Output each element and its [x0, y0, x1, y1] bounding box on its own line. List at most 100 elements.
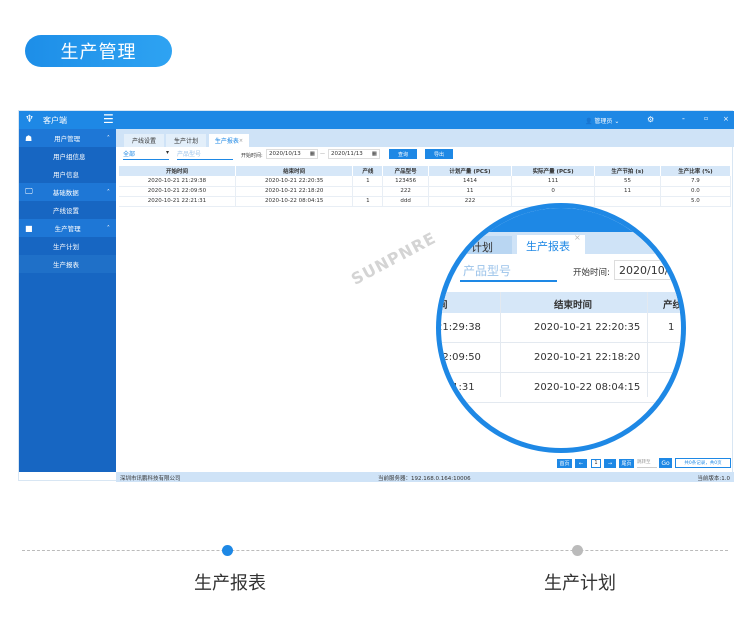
sidebar-item-user-management[interactable]: ☗ 用户管理 ˄: [19, 129, 116, 147]
app-header: ♆ 客户端 ☰ 👤 管理员 ⌄ ⚙ - ▫ ×: [19, 111, 734, 129]
table-row[interactable]: 2020-10-21 21:29:38 2020-10-21 22:20:35 1 1…: [119, 176, 732, 187]
menu-toggle-icon[interactable]: ☰: [103, 112, 114, 126]
go-button[interactable]: Go: [659, 458, 672, 468]
tab-close-icon[interactable]: ×: [239, 138, 243, 144]
col-planned-output[interactable]: 计划产量 (PCS): [428, 166, 513, 176]
tab-bar: 产线设置 生产计划 生产报表 ×: [116, 129, 734, 147]
app-title: 客户端: [43, 116, 67, 125]
timeline-label-plan[interactable]: 生产计划: [520, 569, 640, 595]
report-table: 开始时间 结束时间 产线 产品型号 计划产量 (PCS) 实际产量 (PCS) …: [119, 166, 732, 207]
page-number[interactable]: 1: [591, 459, 601, 468]
timeline-dot-active[interactable]: [222, 545, 233, 556]
col-end-time[interactable]: 结束时间: [235, 166, 354, 176]
timeline-label-report[interactable]: 生产报表: [170, 569, 290, 595]
logo-icon: ♆: [25, 114, 34, 125]
tab-production-plan[interactable]: 生产计划: [166, 134, 206, 147]
sidebar-item-production-management[interactable]: ■ 生产管理 ˄: [19, 219, 116, 237]
col-product-model[interactable]: 产品型号: [382, 166, 429, 176]
magnifier-callout: 产计划 生产报表 × 产品型号 开始时间: 2020/10/13 间 结束时间 产…: [436, 203, 686, 453]
sidebar-item-basic-data[interactable]: 🖵 基础数据 ˄: [19, 183, 116, 201]
mag-cell: 1: [668, 382, 675, 393]
table-cell: 123456: [382, 176, 429, 187]
table-cell: 0.0: [660, 186, 732, 197]
col-line[interactable]: 产线: [352, 166, 384, 176]
export-button[interactable]: 导出: [425, 149, 453, 159]
tab-line-settings[interactable]: 产线设置: [124, 134, 164, 147]
table-cell: 222: [382, 186, 429, 197]
prev-page-button[interactable]: ←: [575, 459, 587, 468]
table-cell: 1: [352, 176, 384, 187]
mag-header: 结束时间: [554, 300, 593, 311]
select-value: 全部: [123, 151, 136, 158]
user-name: 管理员: [594, 118, 613, 125]
next-page-button[interactable]: →: [604, 459, 616, 468]
col-start-time[interactable]: 开始时间: [119, 166, 236, 176]
table-cell: 55: [594, 176, 661, 187]
end-date-value: 2020/11/13: [331, 151, 363, 157]
table-cell: 111: [511, 176, 596, 187]
sidebar-label: 用户管理: [54, 135, 81, 143]
timeline-divider: [22, 550, 728, 551]
timeline-dot[interactable]: [572, 545, 583, 556]
mag-cell: 2020-10-21 22:18:20: [534, 352, 641, 363]
end-date-input[interactable]: 2020/11/13 ▦: [328, 149, 380, 159]
calendar-icon[interactable]: ▦: [310, 150, 315, 159]
table-row[interactable]: 2020-10-21 22:21:31 2020-10-22 08:04:15 1 d…: [119, 196, 732, 207]
user-menu[interactable]: 👤 管理员 ⌄: [585, 116, 619, 125]
mag-product-input: 产品型号: [460, 262, 557, 282]
mag-table-row: 21:29:38 2020-10-21 22:20:35 1: [436, 313, 681, 343]
query-button[interactable]: 查询: [389, 149, 417, 159]
mag-header: 产线: [663, 300, 683, 311]
mag-start-label: 开始时间:: [573, 268, 610, 278]
col-cycle-time[interactable]: 生产节拍 (s): [594, 166, 661, 176]
mag-tab-report: 生产报表 ×: [517, 233, 585, 255]
minimize-icon[interactable]: -: [682, 114, 685, 123]
col-ratio[interactable]: 生产比率 (%): [660, 166, 732, 176]
table-cell: 2020-10-21 22:21:31: [119, 196, 236, 207]
calendar-icon[interactable]: ▦: [372, 150, 377, 159]
mag-cell: 2020-10-21 22:20:35: [534, 322, 641, 333]
first-page-button[interactable]: 首页: [557, 459, 572, 468]
close-icon[interactable]: ×: [723, 115, 729, 123]
table-cell: [594, 196, 661, 207]
server-address: 当前服务器：192.168.0.164:10006: [378, 476, 471, 482]
table-row[interactable]: 2020-10-21 22:09:50 2020-10-21 22:18:20 22…: [119, 186, 732, 197]
users-icon: ☗: [25, 133, 33, 143]
start-date-value: 2020/10/13: [269, 151, 301, 157]
product-model-input[interactable]: 产品型号: [177, 149, 233, 160]
version: 当前版本:1.0: [697, 476, 730, 482]
mag-header: 间: [438, 300, 448, 311]
restore-icon[interactable]: ▫: [704, 115, 708, 122]
table-cell: ddd: [382, 196, 429, 207]
col-actual-output[interactable]: 实际产量 (PCS): [511, 166, 596, 176]
sidebar-item-line-settings[interactable]: 产线设置: [19, 201, 116, 219]
table-cell: [352, 186, 384, 197]
table-cell: 0: [511, 186, 596, 197]
type-select[interactable]: 全部 ▾: [123, 149, 169, 160]
start-time-label: 开始时间:: [241, 153, 263, 159]
monitor-icon: 🖵: [25, 187, 33, 196]
sidebar-item-production-plan[interactable]: 生产计划: [19, 237, 116, 255]
table-cell: 7.9: [660, 176, 732, 187]
mag-start-date: 2020/10/13: [614, 260, 681, 280]
table-cell: 2020-10-21 21:29:38: [119, 176, 236, 187]
last-page-button[interactable]: 尾页: [619, 459, 634, 468]
sidebar-item-user-info[interactable]: 用户信息: [19, 165, 116, 183]
mag-cell: 2020-10-22 08:04:15: [534, 382, 641, 393]
table-cell: 11: [428, 186, 513, 197]
mag-table-row: 22:09:50 2020-10-21 22:18:20: [436, 343, 681, 373]
start-date-input[interactable]: 2020/10/13 ▦: [266, 149, 318, 159]
jump-page-input[interactable]: 跳转至: [637, 459, 657, 468]
mag-cell: 1: [668, 322, 675, 333]
sidebar-item-user-group[interactable]: 用户组信息: [19, 147, 116, 165]
date-separator: —: [320, 151, 325, 157]
sidebar: ☗ 用户管理 ˄ 用户组信息 用户信息 🖵 基础数据 ˄ 产线设置 ■ 生产管理 ˄ 生产计…: [19, 129, 116, 472]
sidebar-item-production-report[interactable]: 生产报表: [19, 255, 116, 273]
mag-table-row: 2:21:31 2020-10-22 08:04:15 1: [441, 373, 681, 403]
mag-cell: 22:09:50: [436, 352, 481, 363]
tab-production-report[interactable]: 生产报表 ×: [209, 134, 249, 147]
section-title-pill: 生产管理: [25, 35, 172, 67]
table-cell: 2020-10-21 22:18:20: [235, 186, 354, 197]
mag-cell: 21:29:38: [436, 322, 481, 333]
settings-icon[interactable]: ⚙: [647, 115, 654, 124]
